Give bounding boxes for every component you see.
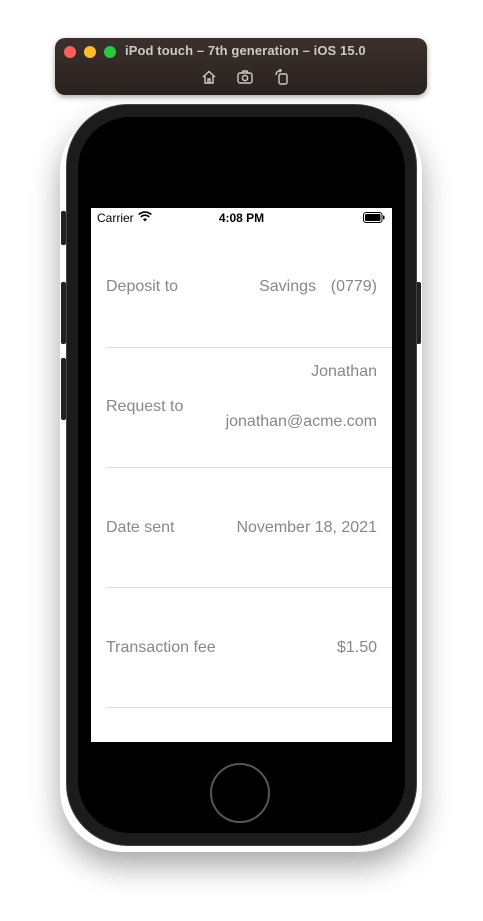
fee-value: $1.50 (336, 639, 377, 656)
request-recipient-name: Jonathan (311, 363, 377, 380)
date-label: Date sent (106, 519, 175, 536)
request-recipient-email: jonathan@acme.com (225, 413, 377, 430)
date-row[interactable]: Date sent November 18, 2021 (91, 468, 392, 588)
request-label: Request to (106, 398, 184, 415)
fee-row[interactable]: Transaction fee $1.50 (91, 588, 392, 708)
close-window-button[interactable] (64, 46, 76, 58)
status-time: 4:08 PM (218, 211, 265, 225)
simulator-titlebar: iPod touch – 7th generation – iOS 15.0 (55, 38, 427, 95)
simulator-title: iPod touch – 7th generation – iOS 15.0 (125, 43, 366, 58)
fee-label: Transaction fee (106, 639, 216, 656)
battery-icon (363, 212, 385, 223)
screenshot-icon[interactable] (236, 68, 254, 86)
deposit-label: Deposit to (106, 278, 179, 295)
minimize-window-button[interactable] (84, 46, 96, 58)
transfer-details-list: Deposit to Savings (0779) Request to Jon… (91, 228, 392, 708)
simulator-stage: iPod touch – 7th generation – iOS 15.0 C… (0, 0, 483, 921)
status-bar: Carrier 4:08 PM (91, 208, 392, 228)
simulator-toolbar (200, 68, 300, 86)
device-home-button[interactable] (210, 763, 270, 823)
rotate-icon[interactable] (273, 68, 291, 86)
home-icon[interactable] (200, 68, 218, 86)
deposit-account-number: (0779) (330, 278, 377, 295)
date-value: November 18, 2021 (236, 519, 377, 536)
device-screen: Carrier 4:08 PM Deposit to Savings (0779… (91, 208, 392, 742)
deposit-account-name: Savings (259, 278, 316, 295)
request-row[interactable]: Request to Jonathan jonathan@acme.com (91, 348, 392, 468)
deposit-row[interactable]: Deposit to Savings (0779) (91, 228, 392, 348)
row-divider (106, 707, 392, 708)
zoom-window-button[interactable] (104, 46, 116, 58)
